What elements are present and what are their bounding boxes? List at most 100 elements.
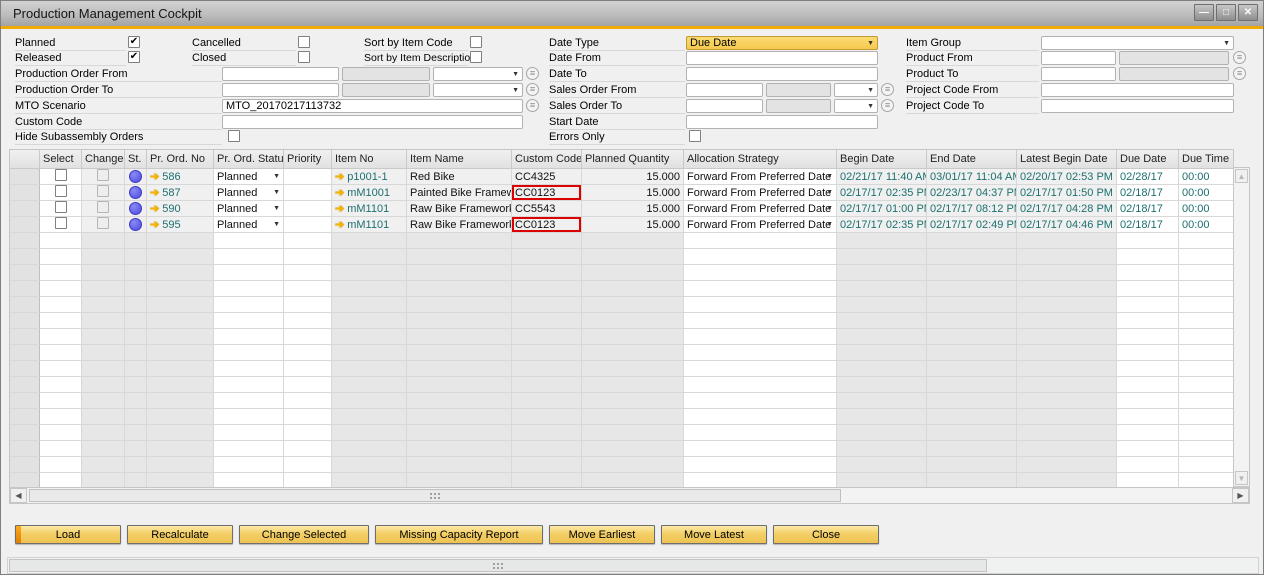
- col-header-item-no[interactable]: Item No: [332, 150, 407, 169]
- choose-from-list-icon[interactable]: ≡: [526, 83, 539, 96]
- grid-horizontal-scrollbar[interactable]: ◀ ▶: [9, 487, 1250, 504]
- cell-due_time[interactable]: 00:00: [1179, 201, 1234, 217]
- cell-due_date[interactable]: 02/18/17: [1117, 201, 1179, 217]
- close-button[interactable]: Close: [773, 525, 879, 544]
- released-checkbox[interactable]: ✔: [128, 51, 140, 63]
- recalculate-button[interactable]: Recalculate: [127, 525, 233, 544]
- scrollbar-thumb[interactable]: [9, 559, 987, 572]
- col-header-pr-ord-status[interactable]: Pr. Ord. Status: [214, 150, 284, 169]
- status-dropdown[interactable]: Planned▼: [214, 201, 284, 217]
- cell-due_time[interactable]: 00:00: [1179, 185, 1234, 201]
- col-header-priority[interactable]: Priority: [284, 150, 332, 169]
- select-checkbox[interactable]: [55, 217, 67, 229]
- priority-cell[interactable]: [284, 201, 332, 217]
- date-from-input[interactable]: [686, 51, 878, 65]
- allocation-strategy-dropdown[interactable]: Forward From Preferred Date▼: [684, 169, 837, 185]
- production-order-from-input[interactable]: [222, 67, 339, 81]
- col-header-rowhead[interactable]: [10, 150, 40, 169]
- move-latest-button[interactable]: Move Latest: [661, 525, 767, 544]
- cell-due_date[interactable]: 02/18/17: [1117, 185, 1179, 201]
- sort-by-item-code-checkbox[interactable]: [470, 36, 482, 48]
- link-arrow-icon[interactable]: ➔: [335, 171, 344, 183]
- col-header-end-date[interactable]: End Date: [927, 150, 1017, 169]
- maximize-icon[interactable]: □: [1216, 4, 1236, 21]
- col-header-changed[interactable]: Changed: [82, 150, 125, 169]
- choose-from-list-icon[interactable]: ≡: [526, 67, 539, 80]
- row-selector[interactable]: [10, 185, 40, 201]
- missing-capacity-report-button[interactable]: Missing Capacity Report: [375, 525, 543, 544]
- grid-vertical-scrollbar[interactable]: ▲ ▼: [1233, 167, 1250, 487]
- window-horizontal-scrollbar[interactable]: [7, 557, 1259, 574]
- priority-cell[interactable]: [284, 217, 332, 233]
- col-header-due-time[interactable]: Due Time: [1179, 150, 1234, 169]
- col-header-st-[interactable]: St.: [125, 150, 147, 169]
- sales-order-from-input[interactable]: [686, 83, 763, 97]
- col-header-planned-quantity[interactable]: Planned Quantity: [582, 150, 684, 169]
- change-selected-button[interactable]: Change Selected: [239, 525, 369, 544]
- mto-scenario-input[interactable]: [222, 99, 523, 113]
- select-checkbox[interactable]: [55, 185, 67, 197]
- row-selector[interactable]: [10, 169, 40, 185]
- status-dropdown[interactable]: Planned▼: [214, 185, 284, 201]
- item-group-dropdown[interactable]: ▼: [1041, 36, 1234, 50]
- product-to-input[interactable]: [1041, 67, 1116, 81]
- col-header-item-name[interactable]: Item Name: [407, 150, 512, 169]
- select-checkbox[interactable]: [55, 169, 67, 181]
- production-order-to-input[interactable]: [222, 83, 339, 97]
- start-date-input[interactable]: [686, 115, 878, 129]
- choose-from-list-icon[interactable]: ≡: [881, 99, 894, 112]
- minimize-icon[interactable]: —: [1194, 4, 1214, 21]
- row-selector[interactable]: [10, 217, 40, 233]
- link-arrow-icon[interactable]: ➔: [150, 219, 159, 231]
- project-code-from-input[interactable]: [1041, 83, 1234, 97]
- col-header-allocation-strategy[interactable]: Allocation Strategy: [684, 150, 837, 169]
- choose-from-list-icon[interactable]: ≡: [881, 83, 894, 96]
- sales-order-to-dropdown[interactable]: ▼: [834, 99, 878, 113]
- scroll-down-icon[interactable]: ▼: [1235, 471, 1248, 485]
- status-dropdown[interactable]: Planned▼: [214, 217, 284, 233]
- choose-from-list-icon[interactable]: ≡: [1233, 67, 1246, 80]
- custom-code-input[interactable]: [222, 115, 523, 129]
- date-type-dropdown[interactable]: Due Date▼: [686, 36, 878, 50]
- status-dropdown[interactable]: Planned▼: [214, 169, 284, 185]
- errors-only-checkbox[interactable]: [689, 130, 701, 142]
- allocation-strategy-dropdown[interactable]: Forward From Preferred Date▼: [684, 217, 837, 233]
- hide-subassembly-orders-checkbox[interactable]: [228, 130, 240, 142]
- link-arrow-icon[interactable]: ➔: [335, 187, 344, 199]
- date-to-input[interactable]: [686, 67, 878, 81]
- cancelled-checkbox[interactable]: [298, 36, 310, 48]
- load-button[interactable]: Load: [15, 525, 121, 544]
- scroll-left-icon[interactable]: ◀: [10, 488, 27, 503]
- sales-order-from-dropdown[interactable]: ▼: [834, 83, 878, 97]
- priority-cell[interactable]: [284, 169, 332, 185]
- close-icon[interactable]: ✕: [1238, 4, 1258, 21]
- row-selector[interactable]: [10, 201, 40, 217]
- choose-from-list-icon[interactable]: ≡: [1233, 51, 1246, 64]
- sort-by-item-description-checkbox[interactable]: [470, 51, 482, 63]
- col-header-latest-begin-date[interactable]: Latest Begin Date: [1017, 150, 1117, 169]
- col-header-custom-code[interactable]: Custom Code: [512, 150, 582, 169]
- link-arrow-icon[interactable]: ➔: [150, 203, 159, 215]
- sales-order-to-input[interactable]: [686, 99, 763, 113]
- allocation-strategy-dropdown[interactable]: Forward From Preferred Date▼: [684, 185, 837, 201]
- allocation-strategy-dropdown[interactable]: Forward From Preferred Date▼: [684, 201, 837, 217]
- cell-due_time[interactable]: 00:00: [1179, 169, 1234, 185]
- cell-due_time[interactable]: 00:00: [1179, 217, 1234, 233]
- scroll-right-icon[interactable]: ▶: [1232, 488, 1249, 503]
- cell-due_date[interactable]: 02/28/17: [1117, 169, 1179, 185]
- cell-due_date[interactable]: 02/18/17: [1117, 217, 1179, 233]
- priority-cell[interactable]: [284, 185, 332, 201]
- planned-checkbox[interactable]: ✔: [128, 36, 140, 48]
- choose-from-list-icon[interactable]: ≡: [526, 99, 539, 112]
- link-arrow-icon[interactable]: ➔: [150, 171, 159, 183]
- link-arrow-icon[interactable]: ➔: [150, 187, 159, 199]
- production-order-to-dropdown[interactable]: ▼: [433, 83, 523, 97]
- scrollbar-thumb[interactable]: [29, 489, 841, 502]
- col-header-due-date[interactable]: Due Date: [1117, 150, 1179, 169]
- col-header-begin-date[interactable]: Begin Date: [837, 150, 927, 169]
- move-earliest-button[interactable]: Move Earliest: [549, 525, 655, 544]
- project-code-to-input[interactable]: [1041, 99, 1234, 113]
- scroll-up-icon[interactable]: ▲: [1235, 169, 1248, 183]
- link-arrow-icon[interactable]: ➔: [335, 219, 344, 231]
- link-arrow-icon[interactable]: ➔: [335, 203, 344, 215]
